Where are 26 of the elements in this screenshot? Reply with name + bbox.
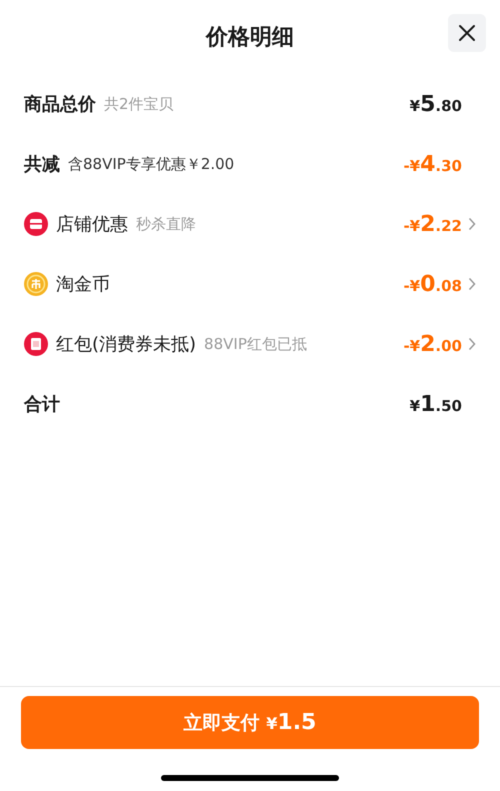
price-amount: ¥1.50: [410, 392, 462, 416]
pay-now-button[interactable]: 立即支付 ¥1.5: [21, 696, 479, 749]
coin-icon: [24, 272, 48, 296]
chevron-right-icon[interactable]: [468, 337, 476, 351]
row-label: 商品总价: [24, 93, 96, 116]
price-amount: -¥0.08: [403, 272, 462, 296]
row-label: 合计: [24, 393, 60, 416]
shop-badge-icon: [24, 212, 48, 236]
close-button[interactable]: [448, 14, 486, 52]
close-icon[interactable]: [458, 24, 476, 42]
envelope-icon: [24, 332, 48, 356]
row-note: 含88VIP专享优惠￥2.00: [68, 154, 234, 174]
row-note: 88VIP红包已抵: [204, 334, 307, 354]
chevron-right-icon[interactable]: [468, 217, 476, 231]
price-amount: ¥5.80: [410, 92, 462, 116]
row-label: 红包(消费券未抵): [56, 333, 196, 356]
row-label: 淘金币: [56, 273, 110, 296]
price-amount: -¥4.30: [403, 152, 462, 176]
price-amount: -¥2.22: [403, 212, 462, 236]
sheet-title: 价格明细: [206, 24, 294, 52]
row-label: 店铺优惠: [56, 213, 128, 236]
row-note: 共2件宝贝: [104, 94, 174, 114]
row-label: 共减: [24, 153, 60, 176]
price-amount: -¥2.00: [403, 332, 462, 356]
chevron-right-icon[interactable]: [468, 277, 476, 291]
row-note: 秒杀直降: [136, 214, 196, 234]
